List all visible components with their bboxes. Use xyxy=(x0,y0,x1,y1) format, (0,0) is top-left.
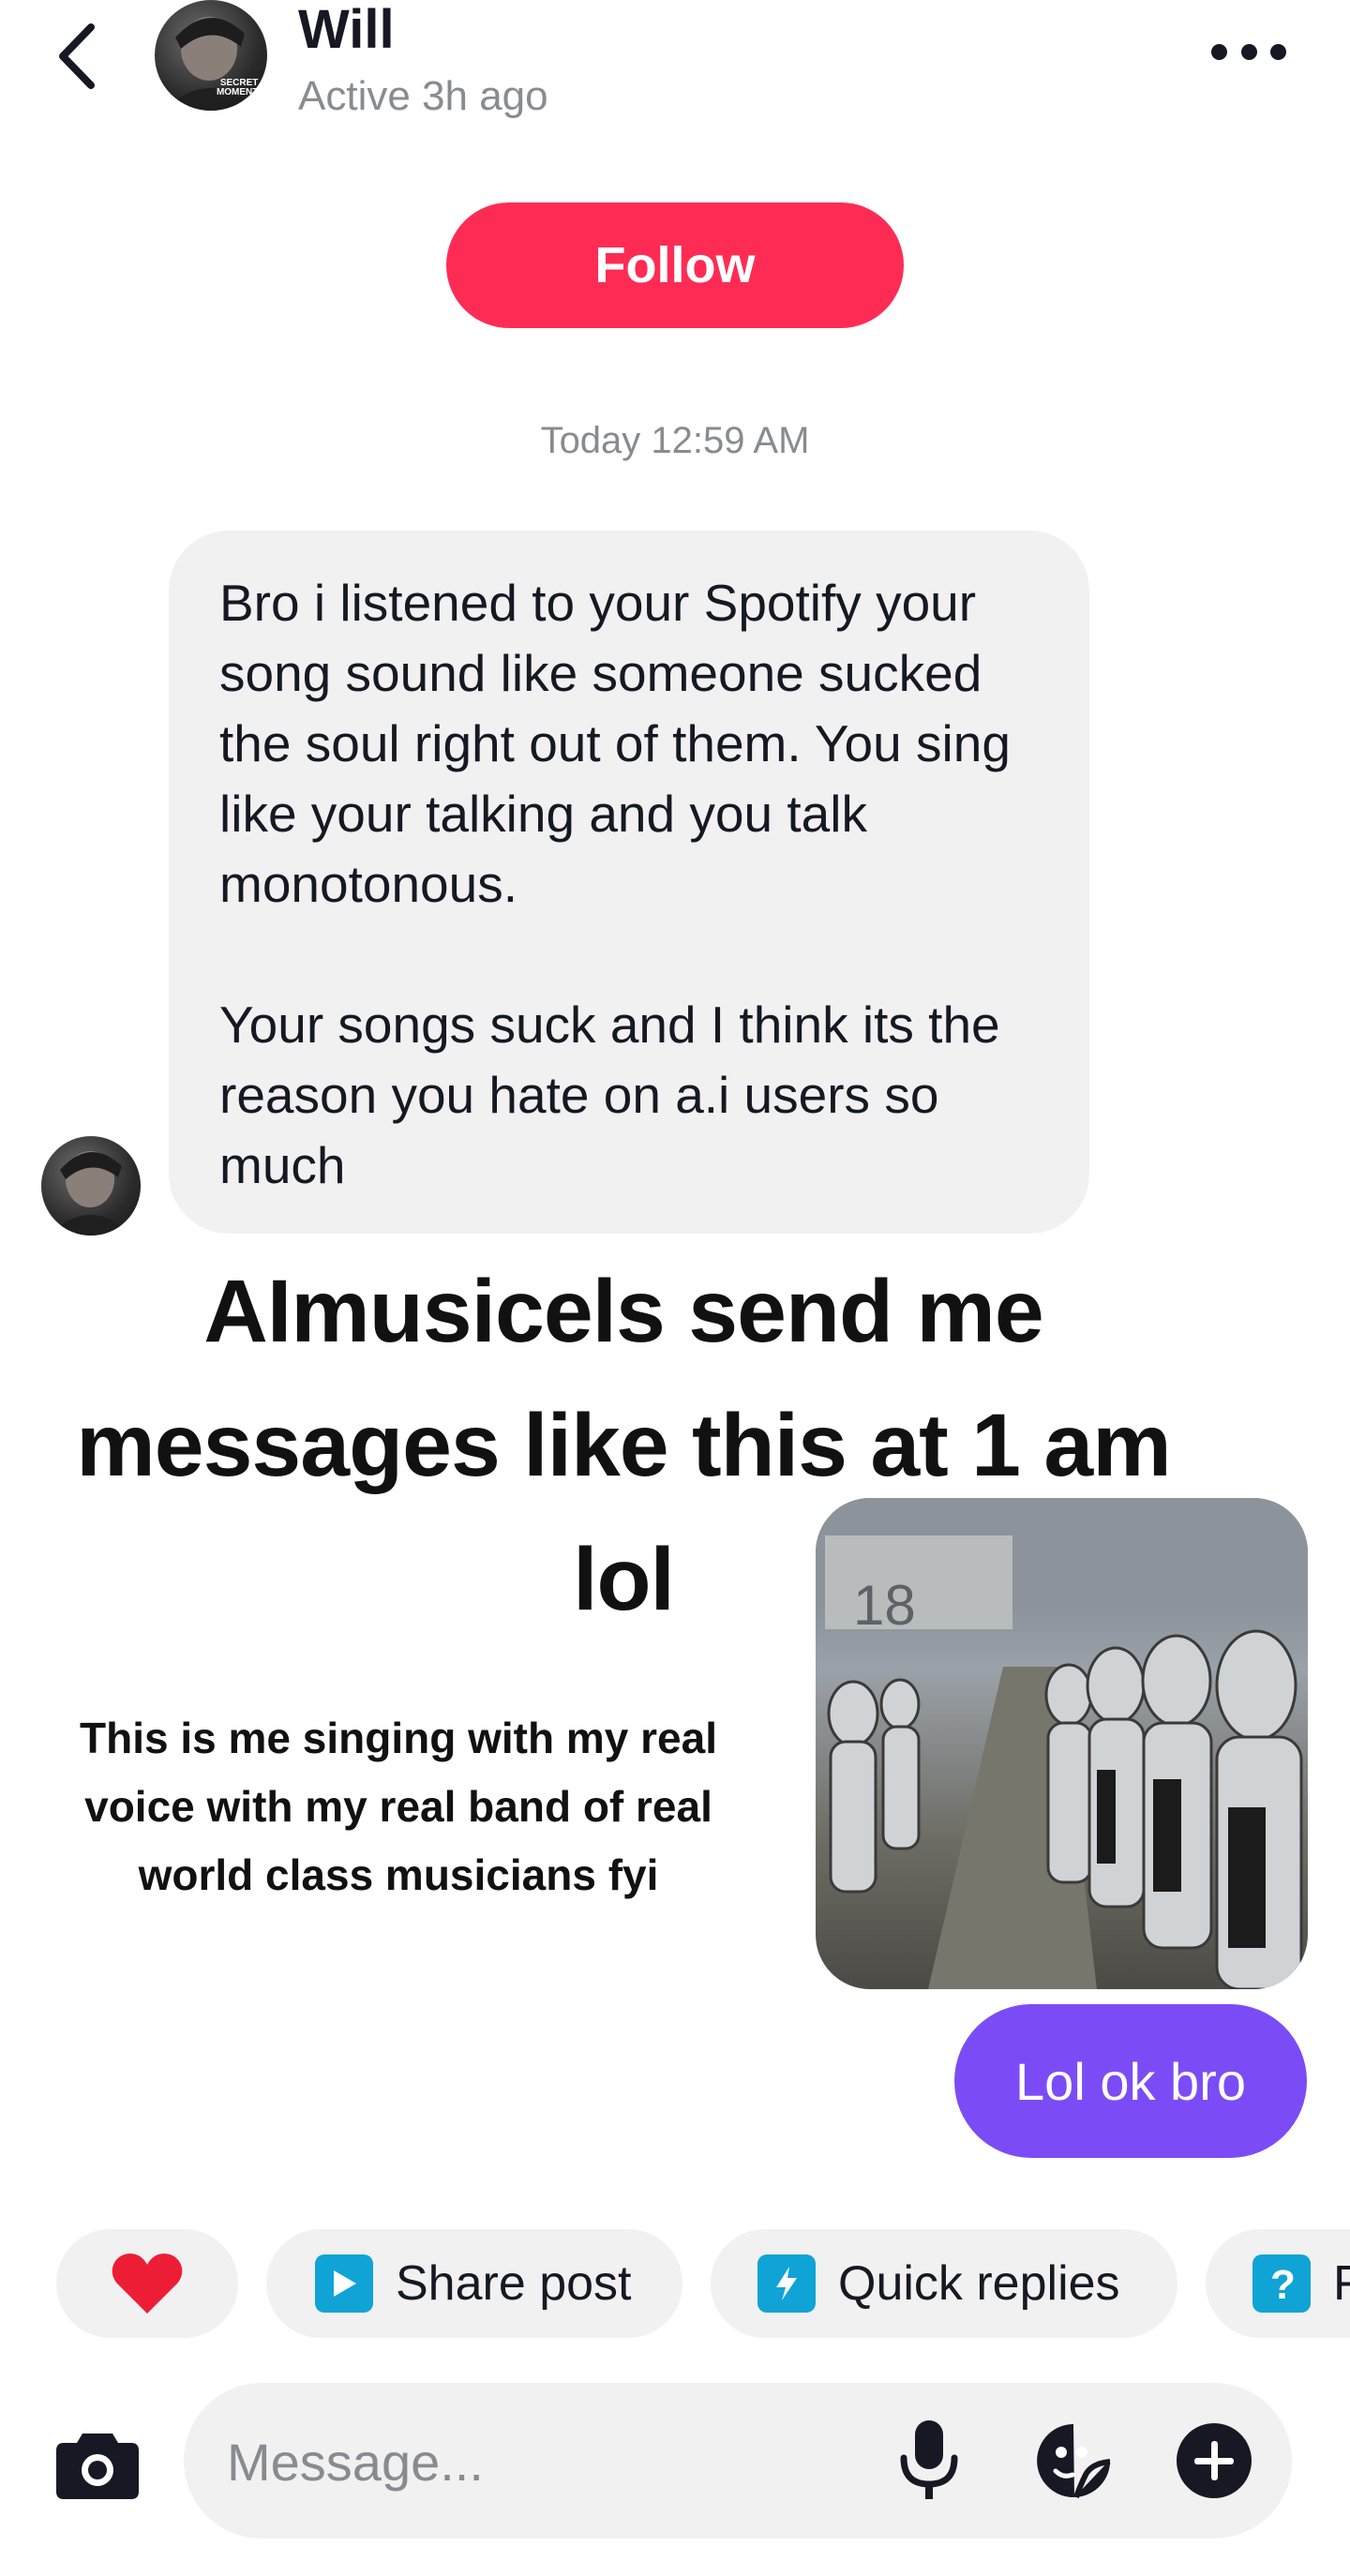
chip-label: Quick replies xyxy=(838,2256,1120,2311)
heart-chip[interactable] xyxy=(56,2229,238,2338)
question-icon: ? xyxy=(1252,2254,1311,2313)
camera-icon xyxy=(56,2434,139,2499)
more-dot-icon xyxy=(1240,43,1257,60)
microphone-button[interactable] xyxy=(896,2417,962,2505)
more-dot-icon xyxy=(1211,43,1227,60)
microphone-icon xyxy=(900,2420,958,2499)
message-timestamp: Today 12:59 AM xyxy=(540,420,810,461)
share-post-chip[interactable]: Share post xyxy=(266,2229,682,2338)
follow-button[interactable]: Follow xyxy=(446,202,904,328)
incoming-message-bubble[interactable]: Bro i listened to your Spotify your song… xyxy=(169,531,1089,1234)
plus-circle-icon xyxy=(1177,2423,1252,2498)
chip-label: Share post xyxy=(396,2256,632,2311)
heart-icon xyxy=(112,2254,183,2314)
sticker-button[interactable] xyxy=(1035,2422,1112,2499)
more-dot-icon xyxy=(1270,43,1286,60)
header-avatar[interactable]: SECRET MOMENT xyxy=(155,0,267,111)
sticker-icon xyxy=(1037,2424,1111,2498)
message-composer xyxy=(184,2383,1292,2539)
robots-image[interactable]: 18 xyxy=(816,1498,1308,1989)
camera-button[interactable] xyxy=(54,2420,141,2507)
outgoing-message-bubble[interactable]: Lol ok bro xyxy=(954,2004,1307,2158)
robots-illustration: 18 xyxy=(816,1498,1308,1989)
contact-status: Active 3h ago xyxy=(298,73,548,119)
message-input[interactable] xyxy=(225,2419,829,2505)
add-button[interactable] xyxy=(1176,2422,1252,2499)
svg-text:?: ? xyxy=(1270,2263,1296,2304)
sender-avatar[interactable] xyxy=(41,1136,141,1236)
chevron-left-icon xyxy=(59,23,95,89)
more-options-button[interactable] xyxy=(1211,33,1286,70)
avatar-tag: SECRET MOMENT xyxy=(216,77,259,97)
svg-text:18: 18 xyxy=(853,1574,916,1637)
lightning-icon xyxy=(758,2254,816,2313)
play-icon xyxy=(315,2254,373,2313)
faq-chip[interactable]: ? F xyxy=(1206,2229,1350,2338)
avatar-photo xyxy=(49,1151,133,1236)
overlay-caption: This is me singing with my real voice wi… xyxy=(80,1714,717,1899)
chip-label: F xyxy=(1333,2256,1350,2311)
contact-name[interactable]: Will xyxy=(298,0,395,61)
quick-replies-chip[interactable]: Quick replies xyxy=(711,2229,1178,2338)
back-button[interactable] xyxy=(49,19,105,94)
